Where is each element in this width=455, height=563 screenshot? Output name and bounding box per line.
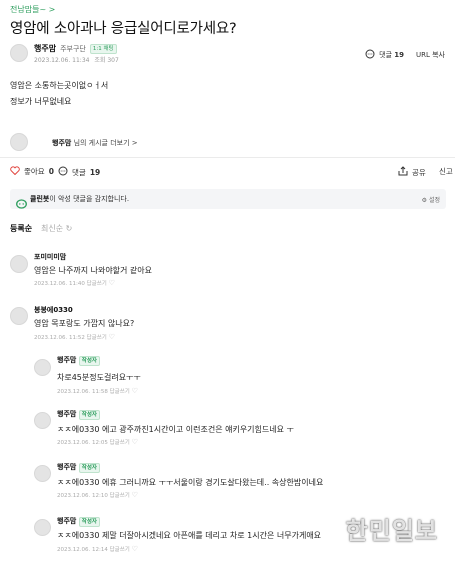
comment-date: 2023.12.06. 11:40 답글쓰기 [34,281,107,287]
writer-badge: 작성자 [78,463,100,473]
heart-icon[interactable]: ♡ [109,279,115,287]
heart-icon[interactable]: ♡ [132,491,138,499]
comment-link[interactable]: 댓글 19 [379,50,404,60]
comment-button[interactable]: 댓글 19 [58,166,100,178]
post-top-actions: 댓글 19 URL 복사 [365,49,445,61]
avatar[interactable] [10,133,28,151]
post-author[interactable]: 행주맘 [34,43,56,54]
more-posts-author: 행주맘 [52,139,72,147]
comment-icon [58,166,68,178]
avatar[interactable] [34,465,51,482]
page-title: 영암에 소아과나 응급실어디로가세요? [10,21,237,37]
post-meta: 2023.12.06. 11:34 조회 307 [34,55,119,64]
cleanbot-settings[interactable]: ⚙ 설정 [422,195,440,204]
more-posts-link[interactable]: 행주맘 님의 게시글 더보기 > [52,138,138,148]
comment-action-count: 19 [89,167,101,177]
reply-author-name: 행주맘 [57,463,77,471]
comment-icon [365,49,375,61]
writer-badge: 작성자 [78,410,100,420]
comment-meta: 2023.12.06. 12:14 답글쓰기 ♡ [57,545,138,553]
reply-author-name: 행주맘 [57,356,77,364]
avatar[interactable] [10,307,28,325]
cleanbot-bar: 클린봇이 악성 댓글을 감지합니다. ⚙ 설정 [10,189,446,209]
comment-count: 19 [394,51,404,59]
comment-author[interactable]: 행주맘 작성자 [57,516,100,527]
comment-text: ㅈㅈ에0330 제말 더잘아시겠네요 아픈애를 데리고 차로 1시간은 너무가게… [57,531,322,540]
share-icon [398,166,408,178]
post-body-line-2: 정보가 너무없네요 [10,97,72,106]
comment-author[interactable]: 행주맘 작성자 [57,355,100,366]
comment-meta: 2023.12.06. 11:52 답글쓰기 ♡ [34,333,115,341]
author-role: 주부구단 [60,44,86,53]
avatar[interactable] [34,359,51,376]
comment-date: 2023.12.06. 12:10 답글쓰기 [57,493,130,499]
heart-icon [10,166,20,177]
url-copy-button[interactable]: URL 복사 [416,50,445,60]
cleanbot-icon [16,194,27,213]
comment-author[interactable]: 봉봉에0330 [34,305,73,315]
avatar[interactable] [34,519,51,536]
comment-date: 2023.12.06. 12:14 답글쓰기 [57,547,130,553]
report-button[interactable]: 신고 [439,166,453,177]
cleanbot-desc: 이 악성 댓글을 감지합니다. [49,195,130,203]
gear-icon: ⚙ [421,197,428,204]
comment-author[interactable]: 행주맘 작성자 [57,462,100,473]
comment-date: 2023.12.06. 11:58 답글쓰기 [57,389,130,395]
heart-icon[interactable]: ♡ [109,333,115,341]
chat-badge[interactable]: 1:1 채팅 [89,43,117,54]
comment-meta: 2023.12.06. 12:05 답글쓰기 ♡ [57,438,138,446]
comment-text: 차로45분정도걸려요ㅜㅜ [57,373,141,382]
sort-latest[interactable]: 최신순 ↻ [41,223,72,234]
writer-badge: 작성자 [78,517,100,527]
comment-author[interactable]: 포미미미맘 [34,252,66,262]
comment-meta: 2023.12.06. 11:40 답글쓰기 ♡ [34,279,115,287]
more-posts-text: 님의 게시글 더보기 > [73,139,138,147]
share-label: 공유 [412,167,426,177]
comment-label: 댓글 [379,51,393,59]
avatar[interactable] [34,412,51,429]
sort-latest-label: 최신순 [41,224,64,233]
comment-date: 2023.12.06. 12:05 답글쓰기 [57,440,130,446]
settings-label: 설정 [428,197,440,204]
heart-icon[interactable]: ♡ [132,387,138,395]
writer-badge: 작성자 [78,356,100,366]
comment-text: 영암은 나주까지 나와야할거 같아요 [34,266,153,275]
share-button[interactable]: 공유 [398,166,426,178]
post-body-line-1: 영암은 소통하는곳이없ㅇㅓ서 [10,81,109,90]
avatar[interactable] [10,44,28,62]
comment-meta: 2023.12.06. 12:10 답글쓰기 ♡ [57,491,138,499]
comment-action-label: 댓글 [72,167,86,177]
comment-text: ㅈㅈ에0330 에고 광주까진1시간이고 이런조건은 얘키우기힘드네요 ㅜ [57,425,294,434]
like-button[interactable]: 좋아요 0 [10,166,54,177]
comment-date: 2023.12.06. 11:52 답글쓰기 [34,335,107,341]
reply-author-name: 행주맘 [57,410,77,418]
breadcrumb[interactable]: 전남맘들~ > [10,4,55,15]
reply-author-name: 행주맘 [57,517,77,525]
divider [0,157,455,158]
like-label: 좋아요 [24,167,45,176]
comment-text: ㅈㅈ에0330 에휴 그러니까요 ㅜㅜ서울이랑 경기도살다왔는데.. 속상한밤이… [57,478,324,487]
heart-icon[interactable]: ♡ [132,438,138,446]
refresh-icon: ↻ [65,224,73,233]
sort-registered[interactable]: 등록순 [10,223,32,234]
author-info: 행주맘 주부구단 1:1 채팅 [34,43,117,54]
cleanbot-name: 클린봇 [30,195,50,203]
comment-author[interactable]: 행주맘 작성자 [57,409,100,420]
heart-icon[interactable]: ♡ [132,545,138,553]
post-views: 조회 307 [94,57,119,64]
comment-text: 영암 목포랑도 가깝지 않나요? [34,319,135,328]
avatar[interactable] [10,255,28,273]
like-count: 0 [48,167,54,176]
comment-meta: 2023.12.06. 11:58 답글쓰기 ♡ [57,387,138,395]
cleanbot-text: 클린봇이 악성 댓글을 감지합니다. [30,194,129,204]
watermark: 한민일보 [345,517,438,545]
post-date: 2023.12.06. 11:34 [34,57,90,64]
